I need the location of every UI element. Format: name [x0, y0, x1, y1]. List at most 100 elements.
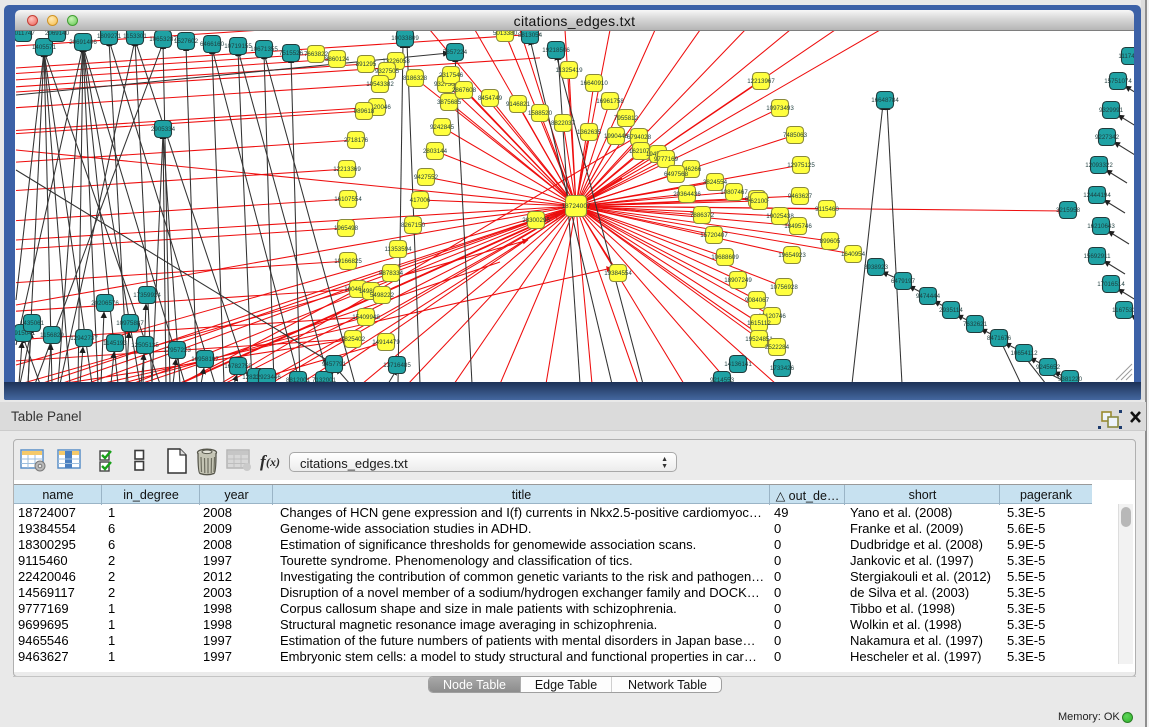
svg-text:10719155: 10719155 — [224, 43, 252, 50]
svg-text:10671355: 10671355 — [250, 46, 278, 53]
svg-text:8454749: 8454749 — [478, 95, 503, 102]
svg-text:15720407: 15720407 — [700, 232, 728, 239]
svg-text:19384554: 19384554 — [604, 270, 632, 277]
svg-text:2905334: 2905334 — [151, 126, 176, 133]
svg-text:891295: 891295 — [356, 61, 377, 68]
svg-text:10543382: 10543382 — [366, 81, 394, 88]
svg-text:10033809: 10033809 — [391, 35, 419, 42]
svg-text:19218506: 19218506 — [542, 47, 570, 54]
svg-text:9084067: 9084067 — [745, 297, 770, 304]
svg-text:9245652: 9245652 — [1036, 364, 1061, 371]
svg-text:20364436: 20364436 — [673, 191, 701, 198]
svg-text:9457791: 9457791 — [322, 361, 347, 368]
svg-text:20206576: 20206576 — [91, 300, 119, 307]
svg-text:7632621: 7632621 — [963, 321, 988, 328]
svg-text:10958107: 10958107 — [191, 356, 219, 363]
svg-text:8822037: 8822037 — [551, 120, 576, 127]
svg-text:5013380: 5013380 — [493, 31, 518, 37]
svg-text:3215958: 3215958 — [1056, 207, 1081, 214]
svg-text:7886372: 7886372 — [690, 212, 715, 219]
svg-text:1435061: 1435061 — [20, 320, 45, 327]
svg-text:16648784: 16648784 — [871, 97, 899, 104]
svg-text:16640910: 16640910 — [580, 80, 608, 87]
svg-text:8267150: 8267150 — [401, 222, 426, 229]
svg-text:16782759: 16782759 — [224, 363, 252, 370]
svg-text:1153301: 1153301 — [123, 33, 147, 40]
svg-text:10654112: 10654112 — [1010, 350, 1038, 357]
svg-text:14136141: 14136141 — [724, 361, 752, 368]
svg-text:6479197: 6479197 — [891, 278, 916, 285]
svg-text:1588520: 1588520 — [528, 110, 553, 117]
svg-text:12093322: 12093322 — [1085, 162, 1113, 169]
svg-text:15751074: 15751074 — [1104, 78, 1132, 85]
svg-text:19166825: 19166825 — [334, 258, 362, 265]
svg-text:12213369: 12213369 — [333, 166, 361, 173]
svg-text:15409948: 15409948 — [352, 314, 380, 321]
svg-text:9777169: 9777169 — [654, 156, 679, 163]
svg-text:8938923: 8938923 — [864, 264, 889, 271]
svg-text:16107554: 16107554 — [334, 196, 362, 203]
svg-text:1405571: 1405571 — [32, 44, 57, 51]
svg-text:5498222: 5498222 — [370, 292, 395, 299]
svg-text:1809271: 1809271 — [97, 33, 122, 40]
svg-text:7515526: 7515526 — [279, 50, 304, 57]
svg-text:2718176: 2718176 — [344, 137, 369, 144]
svg-text:6497568: 6497568 — [664, 171, 689, 178]
svg-text:1965498: 1965498 — [334, 225, 359, 232]
svg-text:10756928: 10756928 — [770, 284, 798, 291]
svg-text:9463627: 9463627 — [788, 193, 813, 200]
svg-text:9474444: 9474444 — [916, 293, 941, 300]
svg-text:6794028: 6794028 — [627, 134, 652, 141]
svg-text:3824554: 3824554 — [703, 179, 728, 186]
svg-text:8186328: 8186328 — [403, 75, 428, 82]
svg-text:17957223: 17957223 — [163, 347, 191, 354]
svg-text:1640954: 1640954 — [841, 251, 866, 258]
svg-text:1733426: 1733426 — [770, 365, 795, 372]
svg-text:417006: 417006 — [410, 197, 431, 204]
svg-text:17359924: 17359924 — [133, 292, 161, 299]
svg-text:1362635: 1362635 — [577, 129, 602, 136]
svg-text:2935114: 2935114 — [939, 307, 963, 314]
svg-text:9329991: 9329991 — [1099, 107, 1124, 114]
svg-text:1527602: 1527602 — [174, 38, 199, 45]
svg-text:17016514: 17016514 — [1097, 281, 1125, 288]
svg-text:18495746: 18495746 — [784, 223, 812, 230]
svg-text:12444194: 12444194 — [1083, 192, 1111, 199]
svg-text:9227342: 9227342 — [1095, 134, 1120, 141]
svg-text:13716485: 13716485 — [383, 362, 411, 369]
svg-text:(x): (x) — [266, 455, 280, 469]
svg-text:2867608: 2867608 — [452, 87, 477, 94]
svg-text:14914479: 14914479 — [372, 339, 400, 346]
svg-text:9327505: 9327505 — [375, 68, 400, 75]
svg-text:11325419: 11325419 — [555, 67, 583, 74]
svg-text:2522284: 2522284 — [765, 344, 790, 351]
svg-text:7132001: 7132001 — [312, 377, 337, 382]
svg-text:8471676: 8471676 — [987, 335, 1012, 342]
svg-text:2069140: 2069140 — [45, 31, 70, 37]
svg-text:18907249: 18907249 — [724, 277, 752, 284]
svg-text:12923446: 12923446 — [253, 374, 281, 381]
svg-text:12975125: 12975125 — [787, 162, 815, 169]
svg-text:9242845: 9242845 — [430, 124, 455, 131]
svg-text:9214553: 9214553 — [710, 377, 735, 382]
svg-text:12213967: 12213967 — [747, 78, 775, 85]
svg-text:3875685: 3875685 — [437, 99, 462, 106]
svg-text:9427552: 9427552 — [414, 174, 439, 181]
svg-text:2803144: 2803144 — [423, 148, 448, 155]
svg-text:1615112: 1615112 — [747, 320, 771, 327]
svg-text:12505135: 12505135 — [131, 342, 159, 349]
svg-text:2317546: 2317546 — [439, 72, 464, 79]
svg-text:1011747: 1011747 — [15, 31, 35, 37]
svg-text:1117422: 1117422 — [1118, 53, 1134, 60]
svg-text:1990448: 1990448 — [604, 133, 629, 140]
svg-text:28300295: 28300295 — [522, 217, 550, 224]
svg-text:8812001: 8812001 — [286, 377, 311, 382]
svg-text:8860124: 8860124 — [325, 56, 350, 63]
svg-text:19654923: 19654923 — [778, 252, 806, 259]
svg-text:9381220: 9381220 — [1058, 376, 1083, 382]
svg-text:16961758: 16961758 — [596, 98, 624, 105]
svg-text:62100: 62100 — [750, 198, 768, 205]
svg-text:20691406: 20691406 — [69, 39, 97, 46]
svg-text:10807467: 10807467 — [720, 189, 748, 196]
svg-text:6466160: 6466160 — [200, 41, 225, 48]
